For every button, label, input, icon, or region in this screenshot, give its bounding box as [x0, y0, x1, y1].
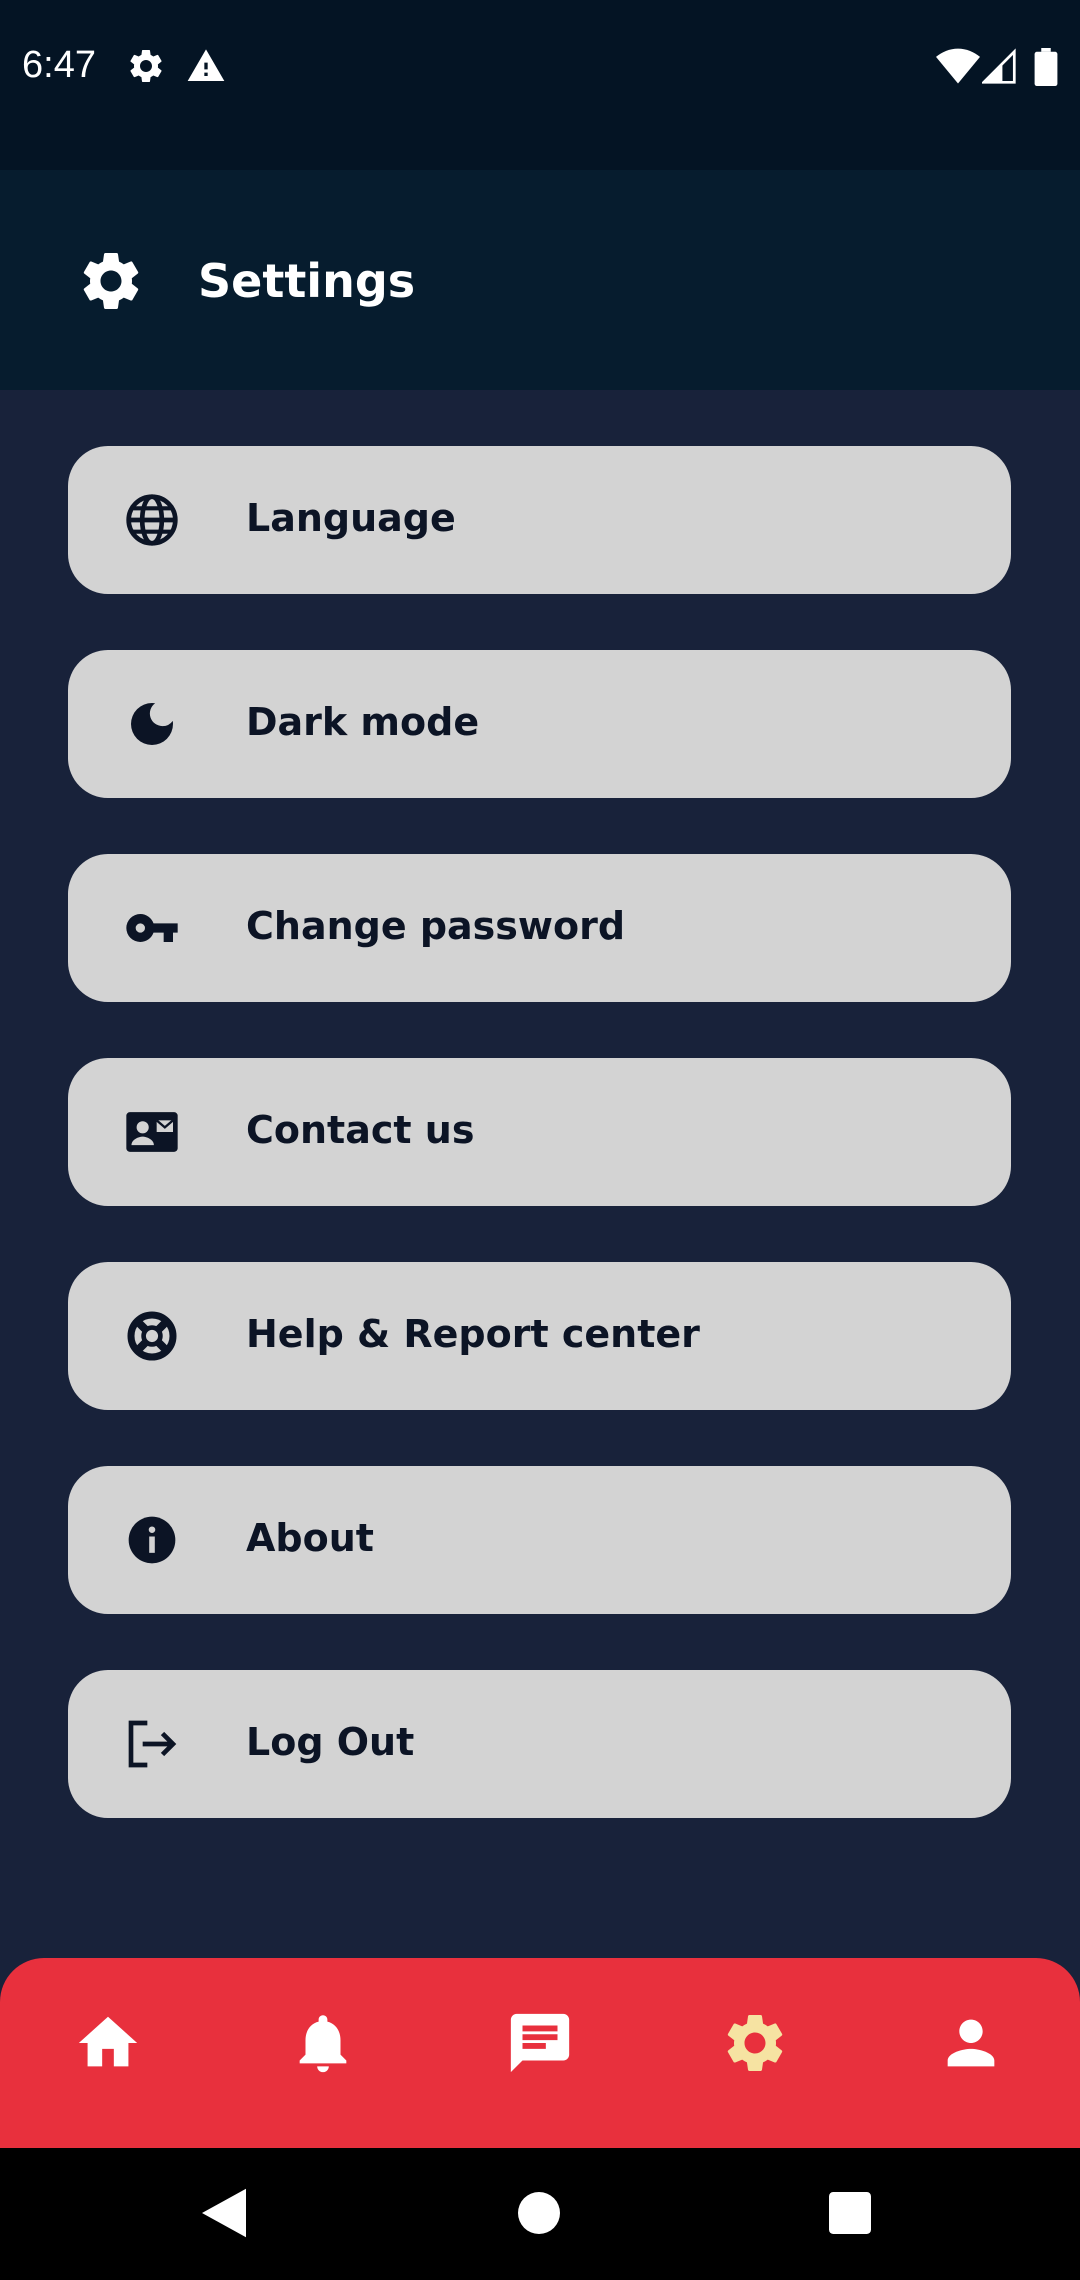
warning-icon: [187, 49, 225, 81]
wifi-icon: [936, 48, 980, 84]
status-time: 6:47: [22, 44, 96, 86]
menu-item-log-out[interactable]: Log Out: [68, 1670, 1011, 1818]
logout-icon: [128, 1720, 177, 1768]
back-icon[interactable]: [202, 2188, 246, 2238]
menu-item-label: Help & Report center: [246, 1312, 700, 1356]
menu-item-about[interactable]: About: [68, 1466, 1011, 1614]
chat-icon[interactable]: [505, 2008, 575, 2078]
person-icon[interactable]: [936, 2008, 1006, 2078]
contact-card-icon: [126, 1112, 178, 1152]
moon-icon: [131, 703, 173, 745]
menu-item-label: Dark mode: [246, 700, 480, 744]
page-title: Settings: [198, 254, 416, 308]
menu-item-change-password[interactable]: Change password: [68, 854, 1011, 1002]
status-bar: 6:47: [0, 0, 1080, 170]
battery-icon: [1034, 48, 1058, 86]
menu-item-label: Log Out: [246, 1720, 415, 1764]
gear-icon: [83, 252, 139, 309]
info-icon: [128, 1516, 176, 1564]
menu-item-dark-mode[interactable]: Dark mode: [68, 650, 1011, 798]
home-circle-icon[interactable]: [518, 2192, 560, 2234]
menu-item-label: Change password: [246, 904, 626, 948]
gear-icon: [130, 49, 162, 82]
menu-item-language[interactable]: Language: [68, 446, 1011, 594]
key-icon: [126, 914, 178, 942]
menu-item-label: Contact us: [246, 1108, 475, 1152]
menu-item-contact-us[interactable]: Contact us: [68, 1058, 1011, 1206]
globe-icon: [126, 494, 178, 546]
system-nav-bar: [0, 2148, 1080, 2280]
bell-icon[interactable]: [288, 2008, 358, 2078]
lifebuoy-icon: [127, 1311, 177, 1361]
cell-signal-icon: [982, 48, 1016, 84]
bottom-nav: [0, 1958, 1080, 2148]
recents-icon[interactable]: [829, 2192, 871, 2234]
app-header: [0, 170, 1080, 390]
menu-item-label: About: [246, 1516, 374, 1560]
menu-item-help-report-center[interactable]: Help & Report center: [68, 1262, 1011, 1410]
gear-icon[interactable]: [720, 2008, 790, 2078]
menu-item-label: Language: [246, 496, 456, 540]
home-icon[interactable]: [73, 2008, 143, 2078]
